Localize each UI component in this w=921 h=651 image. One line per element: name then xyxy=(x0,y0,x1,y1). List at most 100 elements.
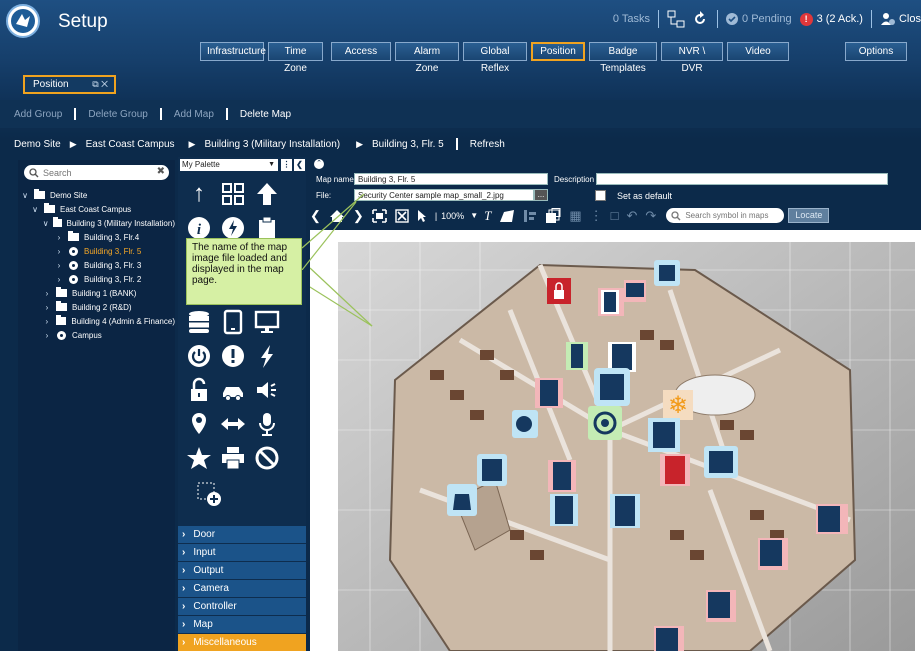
home-icon[interactable] xyxy=(329,209,345,223)
category-input[interactable]: › Input xyxy=(178,544,306,562)
tab-nvr-dvr[interactable]: NVR \ DVR xyxy=(661,42,723,74)
tab-global-reflex[interactable]: Global Reflex xyxy=(463,42,527,74)
alarm-ack-count[interactable]: (2 Ack.) xyxy=(826,13,863,25)
set-default-checkbox[interactable] xyxy=(595,190,606,201)
chevron-right-icon[interactable]: › xyxy=(54,275,64,284)
tab-badge-templates[interactable]: Badge Templates xyxy=(589,42,657,74)
breadcrumb-demo-site[interactable]: Demo Site xyxy=(14,139,61,150)
delete-symbol-icon[interactable] xyxy=(395,208,409,223)
zoom-level[interactable]: 100% xyxy=(441,211,464,221)
tree-node-floor-4[interactable]: › Building 3, Flr.4 xyxy=(18,230,175,244)
tree-search[interactable]: ✖ xyxy=(24,165,169,180)
collapse-left-icon[interactable]: ❮ xyxy=(294,159,305,171)
symbol-search[interactable] xyxy=(666,208,785,223)
module-tab-position[interactable]: Position ⧉ ✕ xyxy=(23,75,116,94)
chevron-right-icon[interactable]: › xyxy=(42,331,52,340)
add-group-button[interactable]: Add Group xyxy=(14,109,62,120)
text-tool-icon[interactable]: T xyxy=(484,208,491,224)
microphone-icon[interactable] xyxy=(252,409,282,439)
category-miscellaneous[interactable]: › Miscellaneous xyxy=(178,634,306,651)
power-icon[interactable] xyxy=(184,341,214,371)
tab-access[interactable]: Access xyxy=(331,42,391,61)
arrow-up-icon[interactable]: ↑ xyxy=(184,179,214,209)
grid-icon[interactable]: ▦ xyxy=(569,208,581,224)
tree-node-building-2[interactable]: › Building 2 (R&D) xyxy=(18,300,175,314)
delete-map-button[interactable]: Delete Map xyxy=(240,109,291,120)
delete-group-button[interactable]: Delete Group xyxy=(88,109,147,120)
location-pin-icon[interactable] xyxy=(184,409,214,439)
symbol-search-input[interactable] xyxy=(685,211,780,220)
alert-icon[interactable] xyxy=(218,341,248,371)
tree-node-east-coast-campus[interactable]: ∨ East Coast Campus xyxy=(18,202,175,216)
refresh-button[interactable]: Refresh xyxy=(470,139,505,150)
chevron-down-icon[interactable]: ∨ xyxy=(42,219,49,228)
tree-search-input[interactable] xyxy=(43,167,153,178)
align-icon[interactable] xyxy=(523,209,537,223)
back-icon[interactable]: ❮ xyxy=(310,208,321,224)
star-icon[interactable] xyxy=(184,443,214,473)
shape-tool-icon[interactable] xyxy=(499,209,515,223)
refresh-icon[interactable] xyxy=(691,10,709,28)
tab-alarm-zone[interactable]: Alarm Zone xyxy=(395,42,459,74)
browse-button[interactable]: ... xyxy=(534,189,548,201)
monitor-icon[interactable] xyxy=(252,307,282,337)
app-logo-icon[interactable] xyxy=(6,4,40,38)
collapse-up-icon[interactable]: ⌃ xyxy=(314,159,324,169)
tab-close-icon[interactable]: ⧉ ✕ xyxy=(92,77,108,92)
pending-count[interactable]: 0 Pending xyxy=(742,13,792,25)
tab-options[interactable]: Options xyxy=(845,42,907,61)
chevron-right-icon[interactable]: › xyxy=(42,317,52,326)
tab-position[interactable]: Position xyxy=(531,42,585,61)
chevron-right-icon[interactable]: › xyxy=(42,289,52,298)
tree-node-campus[interactable]: › Campus xyxy=(18,328,175,342)
tasks-count[interactable]: 0 Tasks xyxy=(613,13,650,25)
chevron-right-icon[interactable]: › xyxy=(54,233,64,242)
chevron-down-icon[interactable]: ∨ xyxy=(30,205,40,214)
breadcrumb-floor-5[interactable]: Building 3, Flr. 5 xyxy=(372,139,444,150)
tab-time-zone[interactable]: Time Zone xyxy=(268,42,323,74)
network-icon[interactable] xyxy=(667,10,685,28)
tablet-icon[interactable] xyxy=(218,307,248,337)
breadcrumb-building-3[interactable]: Building 3 (Military Installation) xyxy=(204,139,340,150)
printer-icon[interactable] xyxy=(218,443,248,473)
pointer-icon[interactable] xyxy=(417,209,427,223)
category-map[interactable]: › Map xyxy=(178,616,306,634)
tab-infrastructure[interactable]: Infrastructure xyxy=(200,42,266,61)
thick-arrow-up-icon[interactable] xyxy=(252,179,282,209)
alarm-count[interactable]: 3 xyxy=(817,13,823,25)
clear-icon[interactable]: ✖ xyxy=(157,166,165,177)
chevron-right-icon[interactable]: › xyxy=(42,303,52,312)
tree-node-floor-2[interactable]: › Building 3, Flr. 2 xyxy=(18,272,175,286)
grid-layout-icon[interactable] xyxy=(218,179,248,209)
unlock-icon[interactable] xyxy=(184,375,214,405)
chevron-right-icon[interactable]: › xyxy=(54,261,64,270)
tree-node-building-1[interactable]: › Building 1 (BANK) xyxy=(18,286,175,300)
map-name-field[interactable] xyxy=(354,173,548,185)
fit-screen-icon[interactable] xyxy=(372,208,387,223)
distribute-icon[interactable]: ⋮ xyxy=(590,208,603,224)
tree-node-demo-site[interactable]: ∨ Demo Site xyxy=(18,188,175,202)
add-symbol-icon[interactable] xyxy=(194,479,224,509)
chevron-down-icon[interactable]: ∨ xyxy=(20,191,30,200)
chevron-right-icon[interactable]: › xyxy=(54,247,64,256)
description-field[interactable] xyxy=(596,173,888,185)
database-icon[interactable] xyxy=(184,307,214,337)
lightning-icon[interactable] xyxy=(252,341,282,371)
tree-node-building-3[interactable]: ∨ Building 3 (Military Installation) xyxy=(18,216,175,230)
tree-node-floor-5[interactable]: › Building 3, Flr. 5 xyxy=(18,244,175,258)
forward-icon[interactable]: ❯ xyxy=(353,208,364,224)
speaker-icon[interactable] xyxy=(252,375,282,405)
group-icon[interactable]: □ xyxy=(611,208,619,223)
no-entry-icon[interactable] xyxy=(252,443,282,473)
category-door[interactable]: › Door xyxy=(178,526,306,544)
tab-video[interactable]: Video xyxy=(727,42,789,61)
redo-icon[interactable]: ↷ xyxy=(645,208,656,224)
close-label[interactable]: Clos xyxy=(899,13,921,25)
category-output[interactable]: › Output xyxy=(178,562,306,580)
palette-menu-icon[interactable]: ⋮ xyxy=(281,159,292,171)
palette-select[interactable]: My Palette ▼ xyxy=(180,159,278,171)
tree-node-floor-3[interactable]: › Building 3, Flr. 3 xyxy=(18,258,175,272)
category-camera[interactable]: › Camera xyxy=(178,580,306,598)
tree-node-building-4[interactable]: › Building 4 (Admin & Finance) xyxy=(18,314,175,328)
locate-button[interactable]: Locate xyxy=(788,208,830,223)
